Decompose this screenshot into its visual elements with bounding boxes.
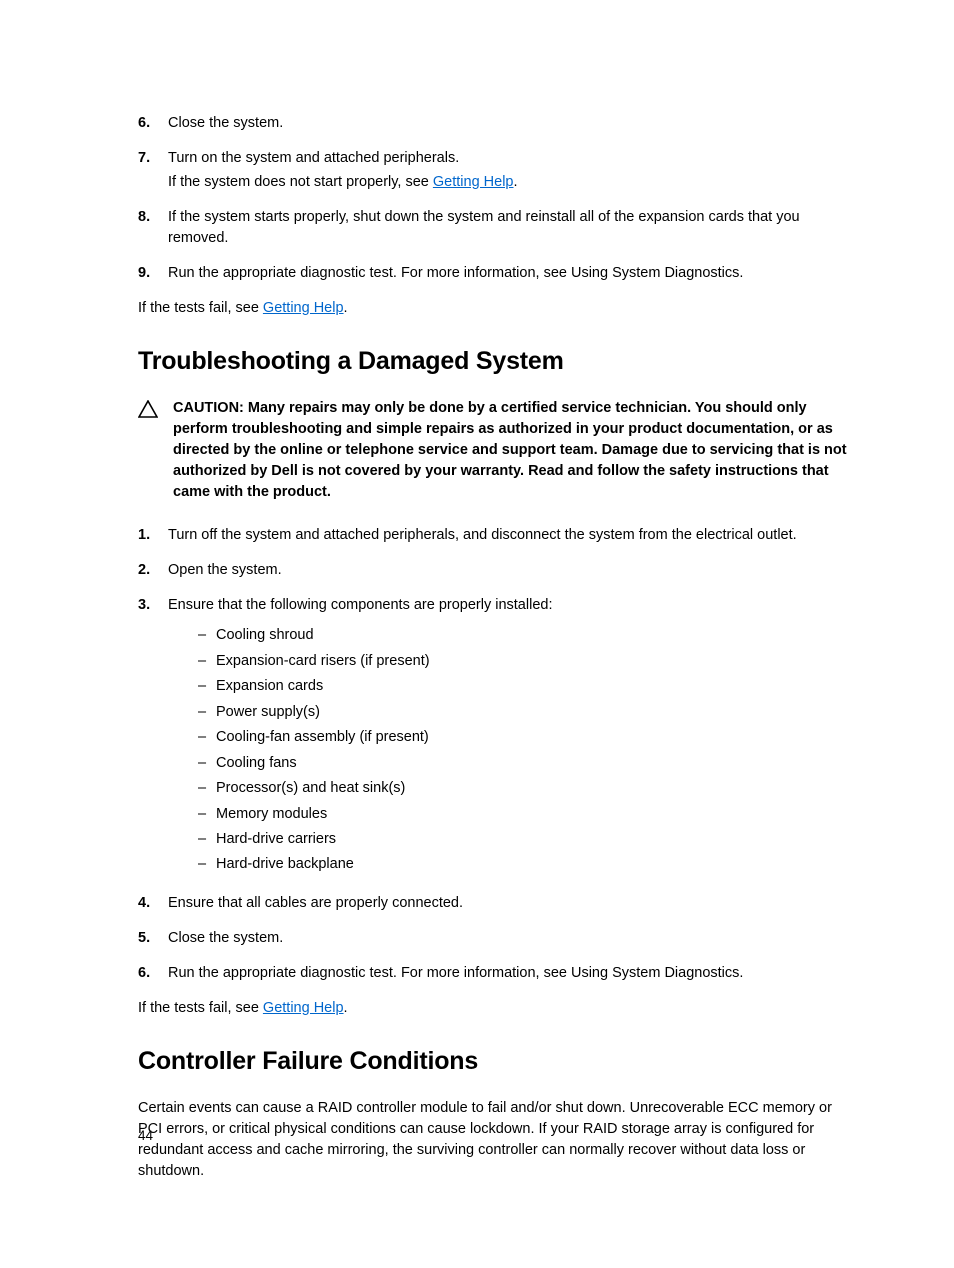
list-item: 8. If the system starts properly, shut d… — [138, 207, 847, 249]
controller-paragraph: Certain events can cause a RAID controll… — [138, 1098, 847, 1182]
top-tail-paragraph: If the tests fail, see Getting Help. — [138, 298, 847, 319]
list-item: Expansion cards — [198, 675, 847, 697]
getting-help-link[interactable]: Getting Help — [263, 1000, 344, 1016]
list-item: Cooling fans — [198, 752, 847, 774]
caution-text: CAUTION: Many repairs may only be done b… — [173, 398, 847, 503]
step-text: Ensure that all cables are properly conn… — [168, 893, 847, 914]
mid-step-list: 1. Turn off the system and attached peri… — [138, 525, 847, 984]
subtext-post: . — [514, 174, 518, 190]
list-item: Cooling-fan assembly (if present) — [198, 726, 847, 748]
list-item: Power supply(s) — [198, 701, 847, 723]
step-number: 9. — [138, 263, 168, 284]
mid-tail-paragraph: If the tests fail, see Getting Help. — [138, 998, 847, 1019]
list-item: 2. Open the system. — [138, 560, 847, 581]
step-number: 3. — [138, 595, 168, 616]
list-item: Cooling shroud — [198, 624, 847, 646]
step-text: Ensure that the following components are… — [168, 597, 552, 613]
step-number: 6. — [138, 113, 168, 134]
page-number: 44 — [138, 1128, 153, 1143]
step-text: Turn on the system and attached peripher… — [168, 150, 459, 166]
list-item: Expansion-card risers (if present) — [198, 650, 847, 672]
step-text: Open the system. — [168, 560, 847, 581]
step-text: Close the system. — [168, 113, 847, 134]
component-list: Cooling shroud Expansion-card risers (if… — [198, 624, 847, 876]
subtext-pre: If the system does not start properly, s… — [168, 174, 433, 190]
list-item: Hard-drive backplane — [198, 853, 847, 875]
step-body: Ensure that the following components are… — [168, 595, 847, 879]
step-number: 7. — [138, 148, 168, 169]
step-body: Turn on the system and attached peripher… — [168, 148, 847, 193]
caution-icon — [138, 400, 158, 423]
step-text: If the system starts properly, shut down… — [168, 207, 847, 249]
step-text: Run the appropriate diagnostic test. For… — [168, 963, 847, 984]
caution-block: CAUTION: Many repairs may only be done b… — [138, 398, 847, 503]
list-item: 6. Run the appropriate diagnostic test. … — [138, 963, 847, 984]
document-page: 6. Close the system. 7. Turn on the syst… — [0, 0, 954, 1268]
tail-pre: If the tests fail, see — [138, 300, 263, 316]
step-text: Run the appropriate diagnostic test. For… — [168, 263, 847, 284]
step-text: Turn off the system and attached periphe… — [168, 525, 847, 546]
list-item: 5. Close the system. — [138, 928, 847, 949]
list-item: 9. Run the appropriate diagnostic test. … — [138, 263, 847, 284]
step-number: 8. — [138, 207, 168, 228]
step-number: 1. — [138, 525, 168, 546]
getting-help-link[interactable]: Getting Help — [263, 300, 344, 316]
top-step-list: 6. Close the system. 7. Turn on the syst… — [138, 113, 847, 284]
step-text: Close the system. — [168, 928, 847, 949]
step-number: 2. — [138, 560, 168, 581]
tail-post: . — [344, 300, 348, 316]
heading-troubleshooting: Troubleshooting a Damaged System — [138, 347, 847, 376]
list-item: Processor(s) and heat sink(s) — [198, 777, 847, 799]
list-item: 1. Turn off the system and attached peri… — [138, 525, 847, 546]
step-subtext: If the system does not start properly, s… — [168, 172, 847, 193]
list-item: Hard-drive carriers — [198, 828, 847, 850]
tail-post: . — [344, 1000, 348, 1016]
list-item: 3. Ensure that the following components … — [138, 595, 847, 879]
list-item: 6. Close the system. — [138, 113, 847, 134]
tail-pre: If the tests fail, see — [138, 1000, 263, 1016]
step-number: 5. — [138, 928, 168, 949]
step-number: 6. — [138, 963, 168, 984]
list-item: 7. Turn on the system and attached perip… — [138, 148, 847, 193]
heading-controller-failure: Controller Failure Conditions — [138, 1047, 847, 1076]
step-number: 4. — [138, 893, 168, 914]
getting-help-link[interactable]: Getting Help — [433, 174, 514, 190]
list-item: Memory modules — [198, 803, 847, 825]
list-item: 4. Ensure that all cables are properly c… — [138, 893, 847, 914]
